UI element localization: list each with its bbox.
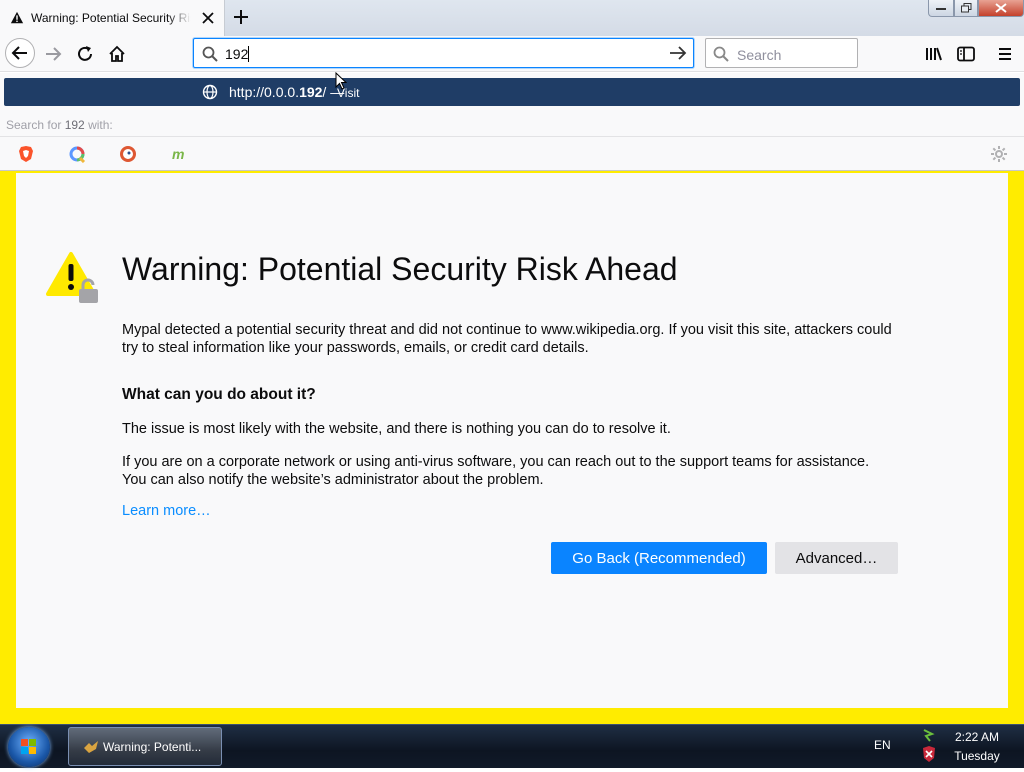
globe-icon [202, 84, 218, 100]
issue-text: The issue is most likely with the websit… [122, 421, 671, 437]
language-indicator[interactable]: EN [874, 738, 891, 752]
search-engine-list: m [0, 136, 1024, 170]
system-tray [920, 728, 938, 771]
search-placeholder: Search [737, 47, 782, 63]
forward-arrow-icon [46, 47, 62, 61]
tray-icons [923, 729, 935, 762]
clock-day: Tuesday [954, 749, 1000, 763]
mypal-icon [84, 740, 98, 753]
mouse-cursor-icon [335, 72, 347, 90]
suggestion-url: http://0.0.0.192/ — [229, 84, 345, 100]
url-bar[interactable]: 192 [193, 38, 694, 68]
start-button[interactable] [8, 727, 50, 767]
learn-more-link[interactable]: Learn more… [122, 503, 211, 519]
tab-strip: Warning: Potential Security Risk Ahead [0, 0, 1024, 36]
clock-time: 2:22 AM [954, 730, 1000, 744]
suggestion-row[interactable]: http://0.0.0.192/ — Visit [4, 78, 1020, 106]
search-for-label: Search for 192 with: [6, 118, 113, 132]
tab-warning[interactable]: Warning: Potential Security Risk Ahead [0, 0, 225, 36]
corporate-network-text: If you are on a corporate network or usi… [122, 454, 870, 488]
taskbar: Warning: Potenti... EN 2:22 AM Tuesday [0, 724, 1024, 768]
what-can-you-do-heading: What can you do about it? [122, 386, 316, 403]
page-title: Warning: Potential Security Risk Ahead [122, 251, 678, 287]
clock[interactable]: 2:22 AM Tuesday [946, 728, 1008, 766]
library-button[interactable] [920, 40, 948, 68]
search-icon [202, 46, 218, 62]
minimize-icon [936, 8, 946, 10]
sidebar-icon [957, 46, 975, 62]
windows-logo-icon [21, 739, 36, 754]
home-icon [109, 45, 125, 62]
taskbar-browser-window[interactable]: Warning: Potenti... [68, 727, 222, 766]
menu-button[interactable] [991, 40, 1019, 68]
close-tab-icon[interactable] [200, 10, 216, 26]
security-warning-icon [46, 252, 98, 303]
go-back-button[interactable]: Go Back (Recommended) [551, 542, 767, 574]
reload-button[interactable] [71, 40, 99, 68]
svg-text:m: m [172, 146, 184, 162]
mojeek-icon[interactable]: m [170, 145, 188, 163]
restore-button[interactable] [954, 0, 978, 17]
warning-icon [10, 11, 24, 24]
forward-button[interactable] [39, 40, 67, 68]
tab-title: Warning: Potential Security Risk Ahead [31, 11, 191, 25]
error-page: Warning: Potential Security Risk Ahead M… [16, 173, 1008, 708]
sidebar-button[interactable] [952, 40, 980, 68]
window-controls [928, 0, 1024, 18]
intro-text: Mypal detected a potential security thre… [122, 322, 892, 356]
reload-icon [78, 46, 92, 61]
back-arrow-icon [11, 46, 27, 60]
gear-icon[interactable] [990, 145, 1008, 163]
url-autocomplete-popup: http://0.0.0.192/ — Visit Search for 192… [0, 73, 1024, 171]
home-button[interactable] [103, 40, 131, 68]
go-arrow-icon[interactable] [669, 45, 687, 61]
restore-icon [960, 3, 971, 13]
advanced-button[interactable]: Advanced… [775, 542, 898, 574]
library-icon [926, 47, 942, 61]
search-bar[interactable]: Search [705, 38, 858, 68]
duckduckgo-icon[interactable] [119, 145, 137, 163]
taskbar-item-label: Warning: Potenti... [103, 739, 202, 754]
window-close-button[interactable] [978, 0, 1024, 17]
url-input[interactable]: 192 [225, 46, 250, 62]
search-icon [713, 46, 729, 62]
new-tab-icon[interactable] [232, 8, 250, 26]
qwant-icon[interactable] [68, 145, 86, 163]
close-icon [995, 3, 1007, 13]
navigation-toolbar: 192 Search [0, 36, 1024, 72]
minimize-button[interactable] [928, 0, 954, 17]
back-button[interactable] [5, 38, 35, 68]
hamburger-menu-icon [999, 48, 1011, 60]
page-frame: Warning: Potential Security Risk Ahead M… [0, 171, 1024, 724]
brave-icon[interactable] [17, 145, 35, 163]
